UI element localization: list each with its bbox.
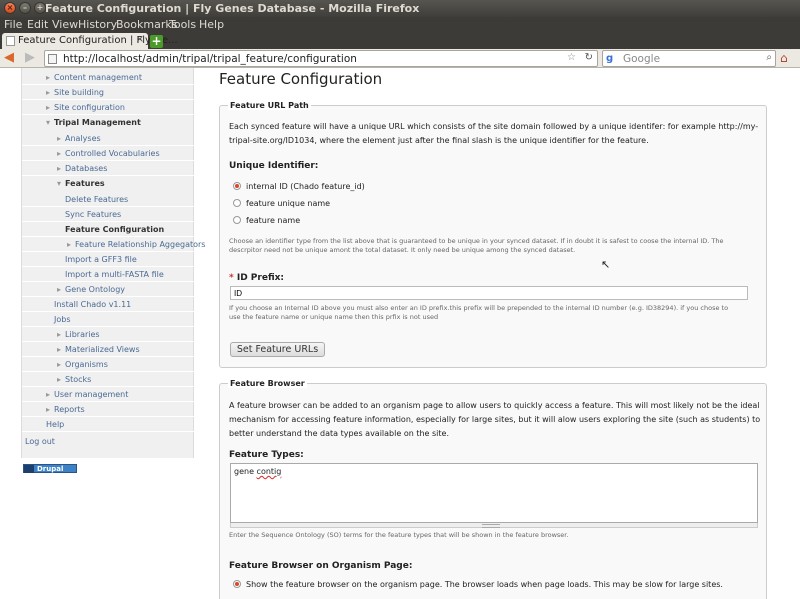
feature-types-description: Enter the Sequence Ontology (SO) terms f… xyxy=(229,531,569,539)
tab-close-icon[interactable]: × xyxy=(136,34,144,45)
radio-internal-id[interactable] xyxy=(233,182,241,190)
fieldset-legend: Feature Browser xyxy=(228,379,307,388)
sidebar-item-features[interactable]: ▾ Features xyxy=(57,179,105,188)
sidebar-item-content-management[interactable]: ▸ Content management xyxy=(46,73,142,82)
radio-feature-unique-name[interactable] xyxy=(233,199,241,207)
sidebar-item-controlled-vocabularies[interactable]: ▸ Controlled Vocabularies xyxy=(57,149,160,158)
tab-bar: Feature Configuration | Fly Ge... × + xyxy=(0,33,800,49)
feature-url-path-fieldset: Feature URL Path Each synced feature wil… xyxy=(219,101,767,368)
forward-arrow-icon[interactable]: ▶ xyxy=(25,51,39,66)
sidebar-item-log-out[interactable]: Log out xyxy=(25,437,55,446)
sidebar-item-sync-features[interactable]: Sync Features xyxy=(65,210,121,219)
id-prefix-label: * ID Prefix: xyxy=(229,273,285,283)
bookmark-star-icon[interactable]: ☆ xyxy=(567,52,576,63)
page-viewport: ▸ Content management ▸ Site building ▸ Site… xyxy=(0,68,800,599)
radio-label-show-browser[interactable]: Show the feature browser on the organism… xyxy=(246,580,723,589)
drupal-logo-icon xyxy=(24,465,34,473)
required-marker: * xyxy=(229,273,234,283)
feature-types-label: Feature Types: xyxy=(229,450,304,460)
sidebar-item-import-fasta[interactable]: Import a multi-FASTA file xyxy=(65,270,164,279)
sidebar-item-databases[interactable]: ▸ Databases xyxy=(57,164,107,173)
id-prefix-description: If you choose an Internal ID above you m… xyxy=(229,304,729,321)
sidebar-item-gene-ontology[interactable]: ▸ Gene Ontology xyxy=(57,285,125,294)
sidebar-item-organisms[interactable]: ▸ Organisms xyxy=(57,360,108,369)
search-icon[interactable]: ⌕ xyxy=(766,52,772,63)
menu-view[interactable]: View xyxy=(52,18,78,31)
feature-types-textarea[interactable]: gene contig xyxy=(230,463,758,523)
search-input[interactable]: g Google ⌕ xyxy=(602,50,776,67)
sidebar-item-site-building[interactable]: ▸ Site building xyxy=(46,88,104,97)
sidebar-item-delete-features[interactable]: Delete Features xyxy=(65,195,128,204)
radio-label-feature-unique-name[interactable]: feature unique name xyxy=(246,199,330,208)
page-icon xyxy=(48,54,57,64)
sidebar-item-jobs[interactable]: Jobs xyxy=(54,315,71,324)
window-titlebar: × – + Feature Configuration | Fly Genes … xyxy=(0,0,800,17)
url-path-intro: Each synced feature will have a unique U… xyxy=(229,122,759,145)
unique-identifier-description: Choose an identifier type from the list … xyxy=(229,237,724,254)
fieldset-legend: Feature URL Path xyxy=(228,101,311,110)
back-arrow-icon[interactable]: ◀ xyxy=(4,51,20,66)
page-title: Feature Configuration xyxy=(219,70,383,88)
organism-page-label: Feature Browser on Organism Page: xyxy=(229,561,413,571)
unique-identifier-label: Unique Identifier: xyxy=(229,161,319,171)
menu-edit[interactable]: Edit xyxy=(27,18,48,31)
sidebar-item-reports[interactable]: ▸ Reports xyxy=(46,405,85,414)
feature-browser-fieldset: Feature Browser A feature browser can be… xyxy=(219,379,767,599)
minimize-window-button[interactable]: – xyxy=(19,2,31,14)
admin-sidebar: ▸ Content management ▸ Site building ▸ Site… xyxy=(21,68,205,458)
sidebar-item-libraries[interactable]: ▸ Libraries xyxy=(57,330,100,339)
sidebar-item-import-gff3[interactable]: Import a GFF3 file xyxy=(65,255,137,264)
radio-feature-name[interactable] xyxy=(233,216,241,224)
close-window-button[interactable]: × xyxy=(4,2,16,14)
menu-help[interactable]: Help xyxy=(199,18,224,31)
menu-history[interactable]: History xyxy=(78,18,117,31)
sidebar-item-stocks[interactable]: ▸ Stocks xyxy=(57,375,91,384)
sidebar-item-site-configuration[interactable]: ▸ Site configuration xyxy=(46,103,125,112)
new-tab-button[interactable]: + xyxy=(150,35,163,48)
reload-icon[interactable]: ↻ xyxy=(585,52,593,63)
mouse-cursor-icon: ↖ xyxy=(601,258,611,271)
sidebar-item-help[interactable]: Help xyxy=(46,420,64,429)
radio-show-browser[interactable] xyxy=(233,580,241,588)
home-icon[interactable]: ⌂ xyxy=(780,51,788,65)
textarea-resize-grip[interactable] xyxy=(230,523,758,528)
menubar: File Edit View History Bookmarks Tools H… xyxy=(0,17,800,33)
feature-browser-intro: A feature browser can be added to an org… xyxy=(229,401,761,438)
radio-label-internal-id[interactable]: internal ID (Chado feature_id) xyxy=(246,182,365,191)
page-icon xyxy=(6,36,15,46)
url-text: http://localhost/admin/tripal/tripal_fea… xyxy=(63,53,357,65)
radio-label-feature-name[interactable]: feature name xyxy=(246,216,300,225)
sidebar-item-materialized-views[interactable]: ▸ Materialized Views xyxy=(57,345,140,354)
search-placeholder: Google xyxy=(623,53,661,65)
url-bar[interactable]: http://localhost/admin/tripal/tripal_fea… xyxy=(44,50,598,67)
menu-file[interactable]: File xyxy=(4,18,22,31)
drupal-badge[interactable]: Drupal xyxy=(23,464,77,473)
set-feature-urls-button[interactable]: Set Feature URLs xyxy=(230,342,325,357)
menu-tools[interactable]: Tools xyxy=(169,18,196,31)
google-icon: g xyxy=(606,53,614,64)
sidebar-item-tripal-management[interactable]: ▾ Tripal Management xyxy=(46,118,141,127)
id-prefix-input[interactable] xyxy=(230,286,748,300)
sidebar-item-analyses[interactable]: ▸ Analyses xyxy=(57,134,101,143)
sidebar-item-user-management[interactable]: ▸ User management xyxy=(46,390,128,399)
sidebar-item-install-chado[interactable]: Install Chado v1.11 xyxy=(54,300,131,309)
sidebar-item-feature-relationship-aggregators[interactable]: ▸ Feature Relationship Aggegators xyxy=(67,240,205,249)
window-title: Feature Configuration | Fly Genes Databa… xyxy=(45,2,420,15)
navigation-toolbar: ◀ ▶ http://localhost/admin/tripal/tripal… xyxy=(0,49,800,68)
tab-feature-configuration[interactable]: Feature Configuration | Fly Ge... × xyxy=(2,33,178,49)
sidebar-item-feature-configuration[interactable]: Feature Configuration xyxy=(65,225,164,234)
